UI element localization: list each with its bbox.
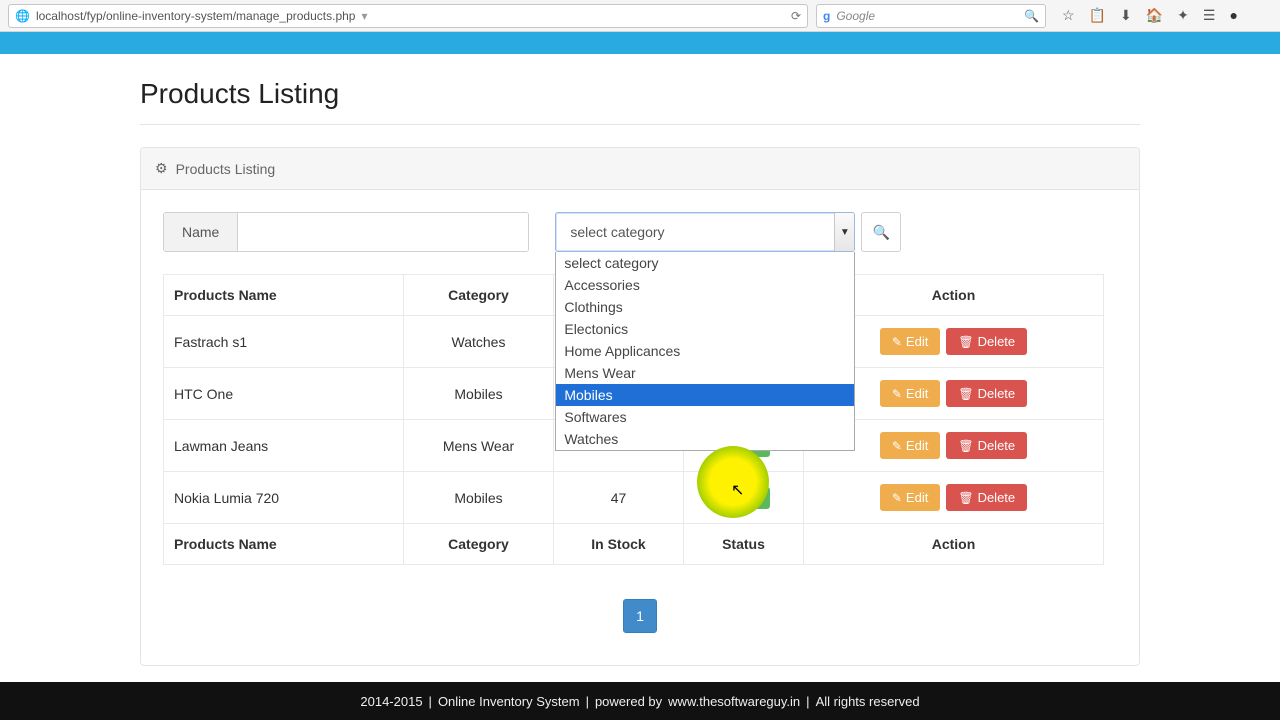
panel-heading: ⚙ Products Listing [141,148,1139,190]
edit-button[interactable]: ✎ Edit [880,484,940,511]
category-option[interactable]: Softwares [556,406,854,428]
search-magnify-icon[interactable]: 🔍 [1024,9,1039,23]
category-select-value: select category [570,224,664,240]
cell-name: HTC One [164,368,404,420]
addon-icon[interactable]: ✦ [1177,7,1189,24]
menu-icon[interactable]: ☰ [1203,7,1216,24]
downloads-icon[interactable]: ⬇ [1120,7,1132,24]
cell-category: Mobiles [404,472,554,524]
address-bar[interactable]: 🌐 localhost/fyp/online-inventory-system/… [8,4,808,28]
toolbar-icons: ☆ 📋 ⬇ 🏠 ✦ ☰ ● [1062,7,1238,24]
search-engine-label: Google [836,9,875,23]
url-text: localhost/fyp/online-inventory-system/ma… [36,9,356,23]
profile-icon[interactable]: ● [1229,7,1237,24]
cell-category: Mobiles [404,368,554,420]
edit-button[interactable]: ✎ Edit [880,380,940,407]
th-name: Products Name [164,275,404,316]
tf-category: Category [404,524,554,565]
chevron-down-icon[interactable]: ▼ [834,213,854,251]
delete-button[interactable]: 🗑 Delete [946,484,1027,511]
home-icon[interactable]: 🏠 [1146,7,1163,24]
edit-icon: ✎ [892,387,902,401]
name-filter-group: Name [163,212,529,252]
category-select[interactable]: select category ▼ [555,212,855,252]
tf-status: Status [684,524,804,565]
category-option[interactable]: Accessories [556,274,854,296]
category-option[interactable]: Mens Wear [556,362,854,384]
cell-name: Lawman Jeans [164,420,404,472]
browser-toolbar: 🌐 localhost/fyp/online-inventory-system/… [0,0,1280,32]
category-option[interactable]: Mobiles [556,384,854,406]
browser-search[interactable]: g Google 🔍 [816,4,1046,28]
cell-name: Nokia Lumia 720 [164,472,404,524]
gear-icon: ⚙ [155,160,168,177]
bookmark-star-icon[interactable]: ☆ [1062,7,1075,24]
products-panel: ⚙ Products Listing Name select category … [140,147,1140,666]
edit-icon: ✎ [892,335,902,349]
trash-icon: 🗑 [958,335,973,349]
tf-name: Products Name [164,524,404,565]
category-option[interactable]: Watches [556,428,854,450]
delete-button[interactable]: 🗑 Delete [946,432,1027,459]
footer-rights: All rights reserved [816,694,920,709]
category-option[interactable]: select category [556,252,854,274]
status-badge: Active [717,487,770,509]
cell-category: Mens Wear [404,420,554,472]
category-option[interactable]: Electonics [556,318,854,340]
tf-stock: In Stock [554,524,684,565]
tf-action: Action [804,524,1104,565]
google-g-icon: g [823,9,830,23]
th-category: Category [404,275,554,316]
reload-icon[interactable]: ⟳ [791,9,801,23]
delete-button[interactable]: 🗑 Delete [946,328,1027,355]
footer-powered-link[interactable]: www.thesoftwareguy.in [668,694,800,709]
cell-category: Watches [404,316,554,368]
category-dropdown[interactable]: select categoryAccessoriesClothingsElect… [555,252,855,451]
search-icon: 🔍 [873,224,890,241]
name-input[interactable] [238,213,528,251]
edit-icon: ✎ [892,491,902,505]
top-nav-bar [0,32,1280,54]
category-option[interactable]: Clothings [556,296,854,318]
footer-powered-prefix: powered by [595,694,662,709]
cell-name: Fastrach s1 [164,316,404,368]
category-filter-group: select category ▼ select categoryAccesso… [555,212,855,252]
clipboard-icon[interactable]: 📋 [1089,7,1106,24]
cell-stock: 47 [554,472,684,524]
page-title: Products Listing [140,54,1140,125]
page-1-link[interactable]: 1 [623,599,657,633]
name-label: Name [164,213,238,251]
dropdown-marker-icon[interactable]: ▾ [361,9,367,23]
globe-icon: 🌐 [15,9,30,23]
cell-action: ✎ Edit🗑 Delete [804,472,1104,524]
delete-button[interactable]: 🗑 Delete [946,380,1027,407]
edit-button[interactable]: ✎ Edit [880,328,940,355]
table-footer-row: Products Name Category In Stock Status A… [164,524,1104,565]
edit-button[interactable]: ✎ Edit [880,432,940,459]
edit-icon: ✎ [892,439,902,453]
footer-years: 2014-2015 [360,694,422,709]
trash-icon: 🗑 [958,491,973,505]
trash-icon: 🗑 [958,439,973,453]
table-row: Nokia Lumia 720Mobiles47 Active ✎ Edit🗑 De… [164,472,1104,524]
cell-status: Active [684,472,804,524]
search-button[interactable]: 🔍 [861,212,901,252]
footer-system: Online Inventory System [438,694,580,709]
pagination: 1 [163,599,1117,633]
page-footer: 2014-2015 | Online Inventory System | po… [0,682,1280,720]
category-option[interactable]: Home Applicances [556,340,854,362]
panel-title: Products Listing [176,161,276,177]
filter-row: Name select category ▼ select categoryAc… [163,212,1117,252]
trash-icon: 🗑 [958,387,973,401]
